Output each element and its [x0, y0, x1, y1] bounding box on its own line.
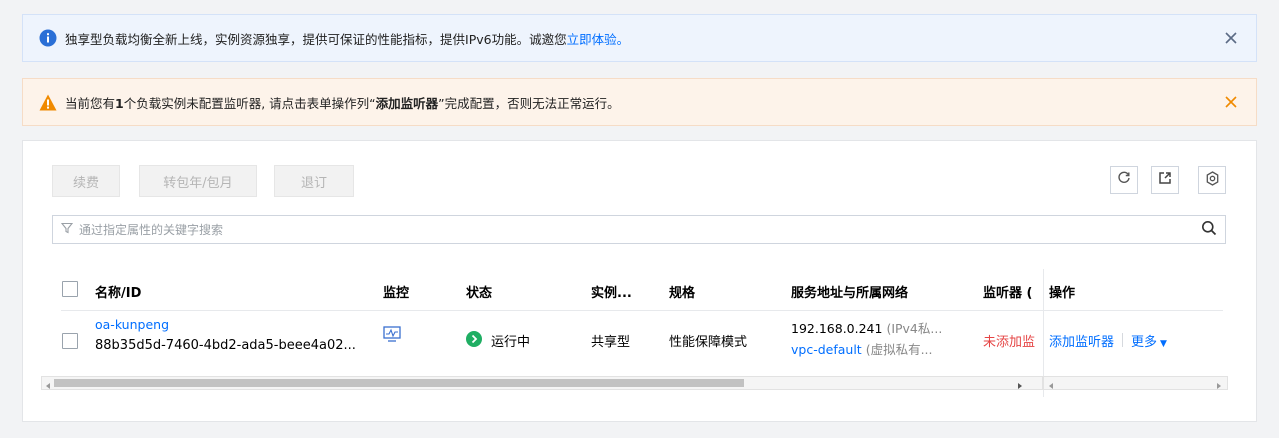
row-checkbox[interactable] [62, 333, 78, 349]
vpc-note: (虚拟私有... [865, 342, 933, 357]
status-running-icon [466, 331, 482, 351]
try-now-link[interactable]: 立即体验。 [567, 32, 630, 47]
warning-count: 1 [115, 95, 124, 111]
info-banner-message: 独享型负载均衡全新上线，实例资源独享，提供可保证的性能指标，提供IPv6功能。诚… [65, 31, 567, 47]
listener-status: 未添加监 [983, 335, 1036, 350]
vpc-link[interactable]: vpc-default [791, 342, 862, 357]
close-icon[interactable] [1222, 29, 1240, 47]
scroll-right-icon[interactable] [1016, 379, 1024, 389]
search-icon[interactable] [1201, 220, 1217, 240]
settings-button[interactable] [1198, 166, 1226, 194]
col-address: 服务地址与所属网络 [791, 286, 909, 301]
unsubscribe-button[interactable]: 退订 [274, 165, 354, 197]
col-listener: 监听器 ( [983, 286, 1033, 301]
service-address: 192.168.0.241 (IPv4私... [791, 318, 942, 337]
refresh-icon [1117, 171, 1131, 189]
gear-icon [1205, 170, 1220, 190]
info-banner: 独享型负载均衡全新上线，实例资源独享，提供可保证的性能指标，提供IPv6功能。诚… [22, 14, 1257, 62]
warning-text-after: ”完成配置，否则无法正常运行。 [438, 95, 620, 111]
spec: 性能保障模式 [669, 335, 748, 350]
more-label: 更多 [1131, 335, 1158, 350]
col-instance-type[interactable]: 实例... [591, 282, 632, 301]
network: vpc-default (虚拟私有... [791, 339, 933, 358]
search-input[interactable]: 通过指定属性的关键字搜索 [52, 215, 1226, 244]
caret-down-icon: ▼ [1160, 339, 1167, 349]
export-button[interactable] [1151, 166, 1179, 194]
search-placeholder: 通过指定属性的关键字搜索 [79, 223, 224, 237]
col-status[interactable]: 状态 [466, 282, 492, 301]
ops-scrollbar[interactable] [1043, 376, 1228, 390]
more-dropdown[interactable]: 更多 ▼ [1131, 331, 1167, 350]
ops-divider [1122, 333, 1123, 347]
ip-note: (IPv4私... [886, 321, 943, 336]
filter-icon [60, 222, 74, 238]
instance-panel: 续费 转包年/包月 退订 通过指定属性的关键字搜索 名称/ID 监控 状态 实例… [22, 140, 1257, 422]
scrollbar-thumb[interactable] [54, 379, 744, 387]
table-scrollbar[interactable] [41, 376, 1043, 390]
renew-button[interactable]: 续费 [52, 165, 120, 197]
monitor-icon[interactable] [383, 326, 401, 346]
warning-banner: 当前您有1个负载实例未配置监听器, 请点击表单操作列“添加监听器”完成配置，否则… [22, 78, 1257, 126]
warning-banner-text: 当前您有1个负载实例未配置监听器, 请点击表单操作列“添加监听器”完成配置，否则… [65, 93, 1222, 112]
col-spec: 规格 [669, 286, 696, 301]
info-banner-text: 独享型负载均衡全新上线，实例资源独享，提供可保证的性能指标，提供IPv6功能。诚… [65, 29, 1222, 48]
info-icon [39, 29, 57, 47]
warning-text-before: 当前您有 [65, 95, 116, 111]
warning-icon [39, 93, 57, 111]
refresh-button[interactable] [1110, 166, 1138, 194]
close-icon[interactable] [1222, 93, 1240, 111]
table-row: oa-kunpeng 88b35d5d-7460-4bd2-ada5-beee4… [61, 312, 1223, 370]
ip-address: 192.168.0.241 [791, 321, 883, 336]
warning-action: 添加监听器 [375, 95, 439, 111]
export-icon [1158, 171, 1172, 189]
select-all-checkbox[interactable] [62, 281, 78, 297]
col-name[interactable]: 名称/ID [95, 282, 141, 301]
instance-name-link[interactable]: oa-kunpeng [95, 317, 169, 332]
instance-id: 88b35d5d-7460-4bd2-ada5-beee4a02... [95, 338, 356, 353]
status-text: 运行中 [491, 335, 531, 350]
col-ops: 操作 [1049, 286, 1076, 301]
scroll-right-icon[interactable] [1215, 379, 1223, 389]
add-listener-link[interactable]: 添加监听器 [1049, 331, 1114, 350]
scroll-left-icon[interactable] [1047, 379, 1055, 389]
warning-text-mid: 个负载实例未配置监听器, 请点击表单操作列“ [123, 95, 376, 111]
instance-type: 共享型 [591, 335, 631, 350]
convert-billing-button[interactable]: 转包年/包月 [139, 165, 257, 197]
scroll-left-icon[interactable] [44, 379, 52, 389]
col-monitor: 监控 [383, 286, 410, 301]
table-header: 名称/ID 监控 状态 实例... 规格 服务地址与所属网络 监听器 ( 操作 [61, 269, 1223, 311]
